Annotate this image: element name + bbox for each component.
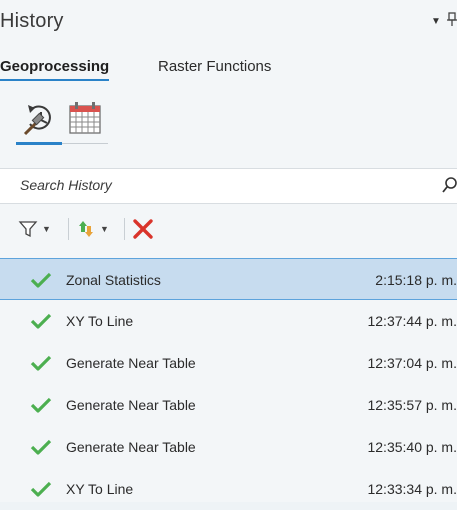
history-row[interactable]: Generate Near Table 12:37:04 p. m. (0, 342, 457, 384)
search-icon[interactable] (442, 177, 457, 193)
history-tool-name: XY To Line (66, 313, 134, 329)
history-icon (23, 105, 51, 136)
check-icon (30, 397, 52, 413)
history-row[interactable]: Generate Near Table 12:35:57 p. m. (0, 384, 457, 426)
history-view-button[interactable] (16, 94, 62, 142)
history-tool-name: Generate Near Table (66, 397, 196, 413)
history-tool-name: Zonal Statistics (66, 272, 161, 288)
history-tool-name: XY To Line (66, 481, 134, 497)
calendar-icon (69, 102, 101, 134)
history-row[interactable]: Zonal Statistics 2:15:18 p. m. (0, 258, 457, 300)
filter-icon (18, 221, 38, 238)
history-row[interactable]: Generate Near Table 12:35:40 p. m. (0, 426, 457, 468)
tab-raster-functions[interactable]: Raster Functions (158, 58, 271, 79)
view-divider-line (62, 143, 108, 144)
sort-icon (79, 221, 93, 237)
delete-button[interactable] (132, 216, 160, 242)
history-time: 12:33:34 p. m. (367, 481, 457, 497)
history-view-switch (0, 94, 110, 146)
view-selection-indicator (16, 142, 62, 145)
check-icon (30, 481, 52, 497)
toolbar-separator (68, 218, 69, 240)
chevron-down-icon: ▼ (42, 224, 51, 234)
history-row[interactable]: XY To Line 12:37:44 p. m. (0, 300, 457, 342)
delete-icon (133, 219, 153, 239)
pane-title-bar: History ▼ (0, 0, 457, 48)
sort-button[interactable]: ▼ (76, 216, 122, 242)
pane-options-dropdown[interactable]: ▼ (431, 16, 441, 27)
search-input[interactable] (0, 169, 440, 201)
history-pane: History ▼ Geoprocessing Raster Functions (0, 0, 457, 502)
check-icon (30, 439, 52, 455)
history-time: 12:37:44 p. m. (367, 313, 457, 329)
check-icon (30, 313, 52, 329)
triangle-down-icon: ▼ (431, 16, 441, 27)
filter-button[interactable]: ▼ (18, 216, 66, 242)
check-icon (30, 355, 52, 371)
history-row[interactable]: XY To Line 12:33:34 p. m. (0, 468, 457, 510)
history-tool-name: Generate Near Table (66, 439, 196, 455)
history-toolbar: ▼ ▼ (0, 212, 457, 246)
tab-strip: Geoprocessing Raster Functions (0, 58, 457, 88)
calendar-view-button[interactable] (62, 94, 108, 142)
toolbar-separator (124, 218, 125, 240)
tab-geoprocessing[interactable]: Geoprocessing (0, 58, 110, 81)
check-icon (30, 272, 52, 288)
history-time: 12:35:57 p. m. (367, 397, 457, 413)
pane-title: History (0, 10, 64, 32)
chevron-down-icon: ▼ (100, 224, 109, 234)
history-tool-name: Generate Near Table (66, 355, 196, 371)
search-box (0, 168, 457, 204)
history-time: 12:35:40 p. m. (367, 439, 457, 455)
history-time: 2:15:18 p. m. (375, 272, 457, 288)
history-time: 12:37:04 p. m. (367, 355, 457, 371)
pin-icon[interactable] (447, 12, 457, 26)
